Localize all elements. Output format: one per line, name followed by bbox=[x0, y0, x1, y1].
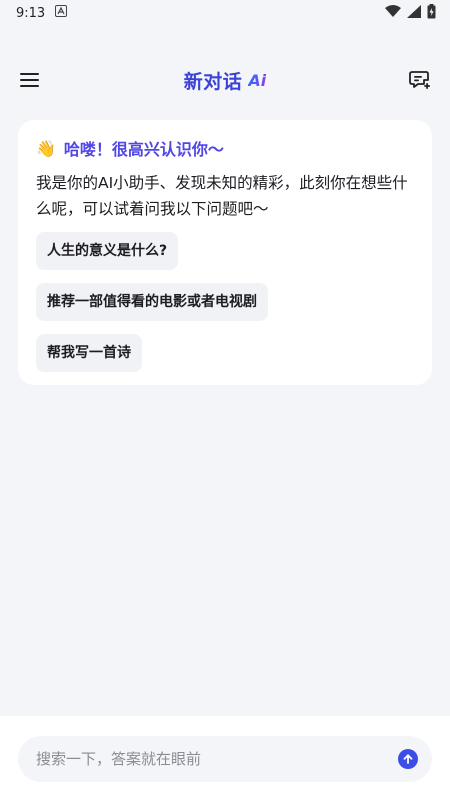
status-bar: 9:13 bbox=[0, 0, 450, 26]
search-box bbox=[18, 736, 432, 782]
menu-icon[interactable] bbox=[18, 68, 42, 92]
greeting-text: 哈喽！很高兴认识你～ bbox=[63, 140, 224, 159]
ai-logo: Ai bbox=[248, 70, 267, 90]
suggestion-list: 人生的意义是什么? 推荐一部值得看的电影或者电视剧 帮我写一首诗 bbox=[36, 232, 414, 372]
wifi-icon bbox=[385, 4, 401, 22]
greeting-line: 👋 哈喽！很高兴认识你～ bbox=[36, 136, 414, 160]
send-arrow-icon[interactable] bbox=[398, 749, 418, 769]
page-title-group: 新对话 Ai bbox=[184, 67, 266, 94]
suggestion-chip[interactable]: 人生的意义是什么? bbox=[36, 232, 179, 270]
page-title: 新对话 bbox=[183, 70, 243, 93]
intro-text: 我是你的AI小助手、发现未知的精彩，此刻你在想些什么呢，可以试着问我以下问题吧～ bbox=[36, 174, 408, 218]
status-time: 9:13 bbox=[16, 5, 46, 21]
suggestion-chip[interactable]: 推荐一部值得看的电影或者电视剧 bbox=[36, 283, 268, 321]
suggestion-chip[interactable]: 帮我写一首诗 bbox=[36, 334, 142, 372]
battery-charging-icon bbox=[427, 3, 436, 23]
new-chat-icon[interactable] bbox=[408, 68, 432, 92]
welcome-card: 👋 哈喽！很高兴认识你～ 我是你的AI小助手、发现未知的精彩，此刻你在想些什么呢… bbox=[18, 120, 432, 385]
signal-icon bbox=[407, 4, 421, 22]
accessibility-icon bbox=[55, 5, 68, 21]
bottom-input-bar bbox=[0, 716, 450, 800]
app-header: 新对话 Ai bbox=[0, 56, 450, 104]
search-input[interactable] bbox=[34, 749, 398, 769]
wave-hand-icon: 👋 bbox=[36, 138, 56, 158]
